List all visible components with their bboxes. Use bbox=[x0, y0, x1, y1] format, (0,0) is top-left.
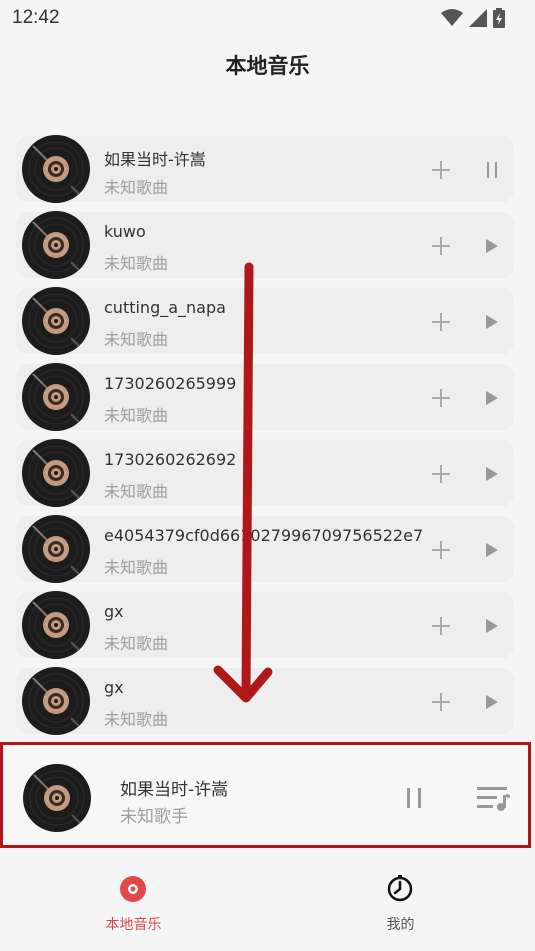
play-icon bbox=[486, 467, 498, 481]
add-to-playlist-button[interactable] bbox=[426, 307, 456, 337]
plus-icon bbox=[432, 541, 450, 559]
song-artist: 未知歌曲 bbox=[104, 482, 169, 501]
song-list-item[interactable]: 1730260262692 未知歌曲 bbox=[0, 439, 535, 516]
playlist-button[interactable] bbox=[473, 781, 513, 815]
album-disc-icon bbox=[23, 764, 91, 832]
play-button[interactable] bbox=[477, 307, 507, 337]
song-title: 1730260262692 bbox=[104, 450, 237, 469]
page-title: 本地音乐 bbox=[225, 54, 310, 78]
play-icon bbox=[486, 619, 498, 633]
pause-icon bbox=[407, 788, 421, 808]
song-artist: 未知歌曲 bbox=[104, 634, 169, 653]
play-icon bbox=[486, 315, 498, 329]
play-button[interactable] bbox=[477, 611, 507, 641]
play-icon bbox=[486, 695, 498, 709]
pause-button[interactable] bbox=[397, 781, 431, 815]
play-button[interactable] bbox=[477, 383, 507, 413]
play-button[interactable] bbox=[477, 687, 507, 717]
tab-label-local-music: 本地音乐 bbox=[105, 917, 162, 933]
now-playing-artist: 未知歌手 bbox=[120, 807, 188, 827]
play-icon bbox=[486, 239, 498, 253]
clock-icon bbox=[387, 875, 413, 902]
song-list-item[interactable]: gx 未知歌曲 bbox=[0, 667, 535, 744]
status-time: 12:42 bbox=[12, 7, 60, 28]
add-to-playlist-button[interactable] bbox=[426, 231, 456, 261]
add-to-playlist-button[interactable] bbox=[426, 459, 456, 489]
song-list-item[interactable]: cutting_a_napa 未知歌曲 bbox=[0, 287, 535, 364]
album-disc-icon bbox=[22, 287, 90, 355]
plus-icon bbox=[432, 465, 450, 483]
song-artist: 未知歌曲 bbox=[104, 558, 169, 577]
song-title: gx bbox=[104, 678, 124, 697]
add-to-playlist-button[interactable] bbox=[426, 687, 456, 717]
add-to-playlist-button[interactable] bbox=[426, 535, 456, 565]
add-to-playlist-button[interactable] bbox=[426, 155, 456, 185]
now-playing-title: 如果当时-许嵩 bbox=[120, 780, 229, 800]
song-title: cutting_a_napa bbox=[104, 298, 226, 317]
playlist-icon bbox=[477, 787, 510, 811]
status-bar: 12:42 bbox=[0, 0, 535, 36]
album-disc-icon bbox=[22, 439, 90, 507]
add-to-playlist-button[interactable] bbox=[426, 383, 456, 413]
song-list-item[interactable]: kuwo 未知歌曲 bbox=[0, 211, 535, 288]
song-title: 1730260265999 bbox=[104, 374, 237, 393]
album-disc-icon bbox=[22, 135, 90, 203]
song-artist: 未知歌曲 bbox=[104, 254, 169, 273]
song-list-item[interactable]: 如果当时-许嵩 未知歌曲 bbox=[0, 135, 535, 212]
play-icon bbox=[486, 391, 498, 405]
play-button[interactable] bbox=[477, 459, 507, 489]
song-artist: 未知歌曲 bbox=[104, 178, 169, 197]
status-icons bbox=[441, 8, 505, 28]
battery-icon bbox=[493, 8, 505, 28]
tab-label-mine: 我的 bbox=[386, 917, 415, 933]
disc-icon bbox=[120, 876, 146, 902]
add-to-playlist-button[interactable] bbox=[426, 611, 456, 641]
song-title: gx bbox=[104, 602, 124, 621]
song-title: e4054379cf0d661027996709756522e7 bbox=[104, 526, 424, 545]
play-button[interactable] bbox=[477, 535, 507, 565]
song-artist: 未知歌曲 bbox=[104, 330, 169, 349]
song-list-item[interactable]: e4054379cf0d661027996709756522e7 未知歌曲 bbox=[0, 515, 535, 592]
plus-icon bbox=[432, 693, 450, 711]
plus-icon bbox=[432, 617, 450, 635]
pause-button[interactable] bbox=[477, 155, 507, 185]
play-icon bbox=[486, 543, 498, 557]
plus-icon bbox=[432, 237, 450, 255]
song-artist: 未知歌曲 bbox=[104, 710, 169, 729]
plus-icon bbox=[432, 389, 450, 407]
plus-icon bbox=[432, 313, 450, 331]
play-button[interactable] bbox=[477, 231, 507, 261]
song-list-item[interactable]: 1730260265999 未知歌曲 bbox=[0, 363, 535, 440]
wifi-icon bbox=[441, 9, 463, 26]
pause-icon bbox=[487, 162, 497, 178]
now-playing-bar[interactable]: 如果当时-许嵩 未知歌手 bbox=[0, 742, 531, 848]
song-list-item[interactable]: gx 未知歌曲 bbox=[0, 591, 535, 668]
signal-icon bbox=[469, 9, 487, 27]
album-disc-icon bbox=[22, 667, 90, 735]
album-disc-icon bbox=[22, 591, 90, 659]
song-artist: 未知歌曲 bbox=[104, 406, 169, 425]
tab-mine[interactable]: 我的 bbox=[267, 848, 534, 951]
bottom-tab-bar: 本地音乐 我的 bbox=[0, 848, 535, 951]
album-disc-icon bbox=[22, 363, 90, 431]
song-title: kuwo bbox=[104, 222, 146, 241]
album-disc-icon bbox=[22, 211, 90, 279]
song-title: 如果当时-许嵩 bbox=[104, 150, 206, 169]
tab-local-music[interactable]: 本地音乐 bbox=[0, 848, 267, 951]
album-disc-icon bbox=[22, 515, 90, 583]
plus-icon bbox=[432, 161, 450, 179]
